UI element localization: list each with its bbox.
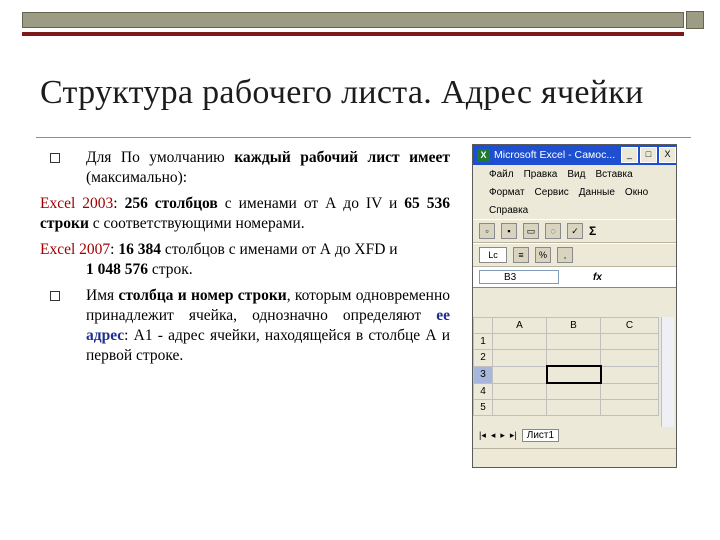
menu-view[interactable]: Вид [567, 169, 585, 180]
cell[interactable] [492, 382, 547, 400]
sheet-tab-bar: |◂ ◂ ▸ ▸| Лист1 [473, 427, 669, 443]
next-sheet-arrow-icon[interactable]: ▸ [500, 430, 505, 441]
top-right-decorative-square [686, 11, 704, 29]
menu-tools[interactable]: Сервис [535, 187, 569, 198]
preview-icon[interactable]: ◌ [545, 223, 561, 239]
column-header-b[interactable]: B [546, 317, 601, 334]
menu-edit[interactable]: Правка [524, 169, 558, 180]
row-header-3[interactable]: 3 [473, 365, 493, 384]
close-button[interactable]: X [659, 147, 676, 163]
menu-row-2: Формат Сервис Данные Окно [473, 183, 676, 201]
title-divider [36, 137, 691, 138]
spelling-icon[interactable]: ✓ [567, 223, 583, 239]
top-red-stripe [22, 32, 684, 36]
excel-2003-info: Excel 2003: 256 столбцов с именами от А … [40, 195, 450, 232]
open-folder-icon[interactable]: ▫ [479, 223, 495, 239]
excel-app-icon: X [477, 148, 490, 162]
cell[interactable] [492, 333, 547, 350]
excel-window-title: Microsoft Excel - Самос... [494, 149, 616, 161]
row-header-2[interactable]: 2 [473, 349, 493, 367]
align-icon[interactable]: ≡ [513, 247, 529, 263]
save-icon[interactable]: ▪ [501, 223, 517, 239]
column-header-a[interactable]: A [492, 317, 547, 334]
spreadsheet-grid: A B C 1 2 3 4 5 [473, 317, 663, 416]
column-header-c[interactable]: C [600, 317, 659, 334]
slide-content: Для По умолчанию каждый рабочий лист име… [40, 148, 450, 366]
last-sheet-arrow-icon[interactable]: ▸| [510, 430, 517, 441]
menu-format[interactable]: Формат [489, 187, 525, 198]
row-header-5[interactable]: 5 [473, 399, 493, 416]
first-sheet-arrow-icon[interactable]: |◂ [479, 430, 486, 441]
maximize-button[interactable]: □ [640, 147, 657, 163]
cell[interactable] [546, 333, 601, 350]
vertical-scrollbar[interactable] [661, 317, 674, 427]
formula-bar: B3 fx [473, 267, 676, 288]
menu-insert[interactable]: Вставка [595, 169, 632, 180]
cell[interactable] [600, 333, 659, 350]
decimal-icon[interactable]: , [557, 247, 573, 263]
menu-help[interactable]: Справка [489, 205, 528, 216]
cell[interactable] [546, 399, 601, 416]
name-box[interactable]: B3 [479, 270, 559, 284]
bullet-default-sheet: Для По умолчанию каждый рабочий лист име… [40, 148, 450, 188]
font-select[interactable]: Lc [479, 247, 507, 263]
cell[interactable] [492, 399, 547, 416]
prev-sheet-arrow-icon[interactable]: ◂ [491, 430, 496, 441]
excel-title-bar: X Microsoft Excel - Самос... _ □ X [473, 145, 676, 165]
cell[interactable] [492, 365, 547, 384]
excel-2007-info: Excel 2007: 16 384 столбцов с именами от… [40, 241, 398, 278]
select-all-corner[interactable] [473, 317, 493, 334]
bullet-square-icon [50, 291, 60, 301]
autosum-button[interactable]: Σ [589, 224, 596, 238]
menu-window[interactable]: Окно [625, 187, 648, 198]
bullet-square-icon [50, 153, 60, 163]
sheet-tab-1[interactable]: Лист1 [521, 428, 560, 442]
slide-title: Структура рабочего листа. Адрес ячейки [40, 74, 644, 111]
menu-file[interactable]: Файл [489, 169, 514, 180]
row-header-1[interactable]: 1 [473, 333, 493, 350]
menu-data[interactable]: Данные [579, 187, 615, 198]
status-bar [473, 448, 676, 467]
cell[interactable] [600, 382, 659, 400]
top-decorative-bar [22, 12, 684, 28]
cell[interactable] [600, 399, 659, 416]
excel-window: X Microsoft Excel - Самос... _ □ X Файл … [472, 144, 677, 468]
cell[interactable] [492, 349, 547, 367]
minimize-button[interactable]: _ [621, 147, 638, 163]
menu-row-3: Справка [473, 201, 676, 219]
cell[interactable] [546, 349, 601, 367]
formatting-toolbar: Lc ≡ % , [473, 243, 676, 267]
bullet-cell-address: Имя столбца и номер строки, которым одно… [40, 286, 450, 366]
cell[interactable] [546, 382, 601, 400]
menu-row-1: Файл Правка Вид Вставка [473, 165, 676, 183]
cell[interactable] [600, 365, 659, 384]
fx-icon[interactable]: fx [593, 272, 602, 283]
cell[interactable] [600, 349, 659, 367]
currency-icon[interactable]: % [535, 247, 551, 263]
standard-toolbar: ▫ ▪ ▭ ◌ ✓ Σ [473, 219, 676, 243]
row-header-4[interactable]: 4 [473, 382, 493, 400]
print-icon[interactable]: ▭ [523, 223, 539, 239]
active-cell-b3[interactable] [545, 365, 602, 384]
